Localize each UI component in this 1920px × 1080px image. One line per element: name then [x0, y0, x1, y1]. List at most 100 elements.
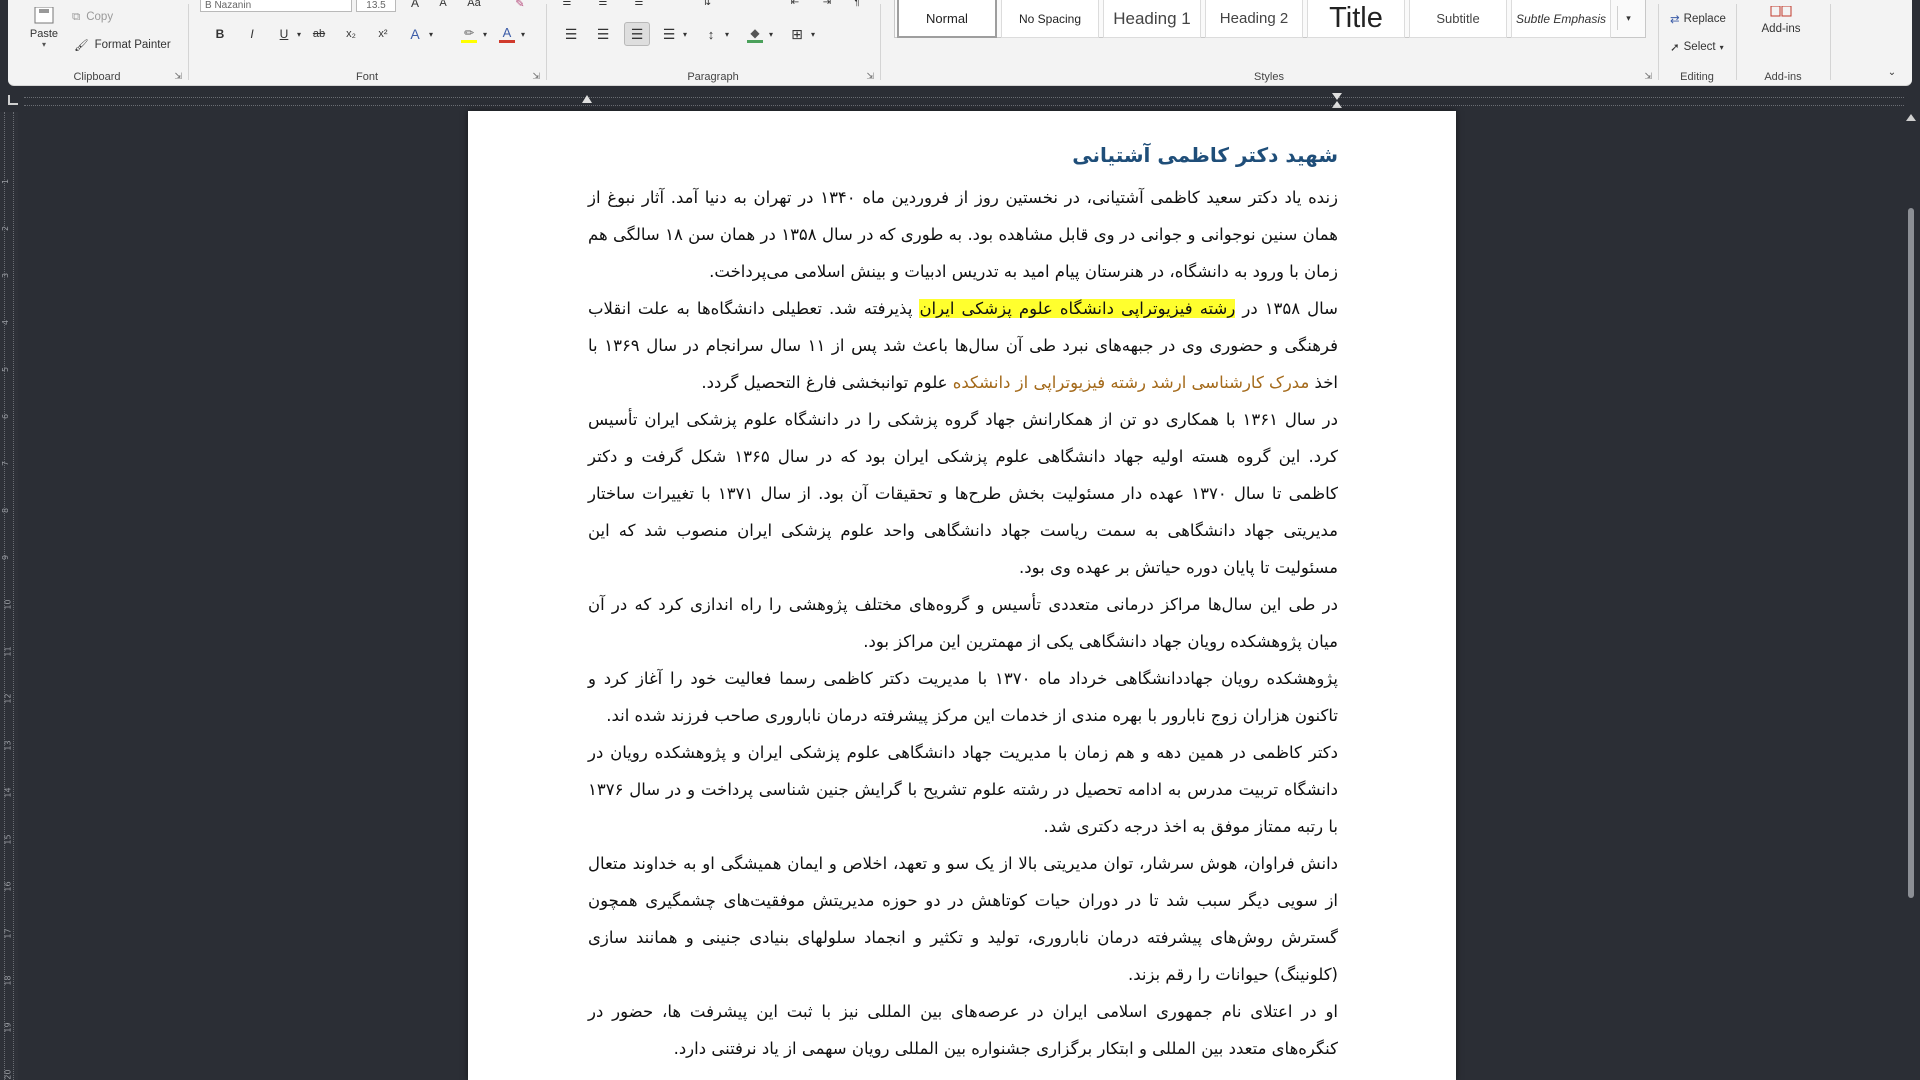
paint-bucket-icon: ◆	[750, 25, 760, 40]
styles-gallery: Normal No Spacing Heading 1 Heading 2 Ti…	[894, 0, 1646, 38]
paragraph-group: ☰ ☰ ☰ ⇅ ⇤ ⇥ ¶ ☰ ☰ ☰ ☰ ▾ ↕ ▾ ◆ ▾ ⊞ ▾ Para…	[548, 0, 878, 86]
styles-more-chevron-icon[interactable]: ▾	[1617, 6, 1639, 30]
ruler-tick-label: 9	[1, 554, 11, 561]
italic-button[interactable]: I	[242, 24, 262, 44]
font-launcher-icon[interactable]: ⇲	[532, 71, 540, 82]
ruler-tick-label: 14	[3, 787, 13, 798]
format-painter-button[interactable]: 🖌 Format Painter	[74, 36, 171, 54]
shading-button[interactable]: ◆	[744, 22, 766, 46]
highlight-color-swatch	[461, 39, 477, 43]
style-normal[interactable]: Normal	[897, 0, 997, 38]
line-spacing-icon[interactable]: ↕	[700, 24, 722, 44]
scrollbar-thumb[interactable]	[1908, 208, 1914, 898]
horizontal-ruler[interactable]	[0, 92, 1920, 110]
group-label-editing: Editing	[1680, 71, 1714, 83]
ruler-tick-label: 13	[3, 740, 13, 751]
chevron-down-icon[interactable]: ▾	[480, 24, 490, 44]
multilevel-list-icon[interactable]: ☰	[630, 0, 648, 8]
superscript-button[interactable]: x²	[372, 24, 394, 44]
chevron-down-icon[interactable]: ▾	[808, 24, 818, 44]
paragraph-6: دکتر کاظمی در همین دهه و هم زمان با مدیر…	[588, 743, 1338, 836]
numbering-icon[interactable]: ☰	[594, 0, 612, 8]
paragraph-launcher-icon[interactable]: ⇲	[866, 71, 874, 82]
chevron-down-icon[interactable]: ▾	[294, 24, 304, 44]
right-indent-marker[interactable]	[1332, 101, 1342, 108]
strikethrough-button[interactable]: ab	[308, 24, 330, 44]
copy-button[interactable]: ⧉ Copy	[72, 8, 113, 26]
align-left-icon[interactable]: ☰	[560, 24, 582, 44]
paragraph-4: در طی این سال‌ها مراکز درمانی متعددی تأس…	[588, 595, 1338, 651]
ruler-tick-label: 11	[3, 646, 13, 657]
ruler-tick-label: 2	[1, 225, 11, 232]
scroll-up-arrow-icon[interactable]	[1906, 114, 1916, 121]
style-subtitle[interactable]: Subtitle	[1409, 0, 1507, 38]
vertical-ruler: 1 2 3 4 5 6 7 8 9 10 11 12 13 14 15 16 17 18 19 20	[0, 112, 18, 1080]
font-group: B Nazanin 13.5 A A Aa ✎ B I U ▾ ab x₂ x²…	[190, 0, 544, 86]
chevron-down-icon[interactable]: ▾	[680, 24, 690, 44]
replace-icon: ⇄	[1670, 14, 1680, 26]
underline-button[interactable]: U	[274, 24, 294, 44]
paragraph-1: زنده یاد دکتر سعید کاظمی آشتیانی، در نخس…	[588, 188, 1339, 281]
addins-button[interactable]: Add-ins	[1752, 0, 1810, 40]
collapse-ribbon-chevron-icon[interactable]: ⌄	[1884, 64, 1900, 80]
subscript-button[interactable]: x₂	[340, 24, 362, 44]
paragraph-5: پژوهشکده رویان جهاددانشگاهی خرداد ماه ۱۳…	[588, 669, 1338, 725]
chevron-down-icon[interactable]: ▾	[518, 24, 528, 44]
clear-formatting-icon[interactable]: ✎	[512, 0, 528, 10]
ruler-tick-label: 17	[3, 928, 13, 939]
font-color-button[interactable]: A	[496, 22, 518, 46]
increase-indent-icon[interactable]: ⇥	[818, 0, 836, 8]
chevron-down-icon[interactable]: ▾	[426, 24, 436, 44]
justify-icon[interactable]: ☰	[658, 24, 680, 44]
style-title[interactable]: Title	[1307, 0, 1405, 38]
vertical-scrollbar[interactable]	[1902, 112, 1920, 1080]
chevron-down-icon[interactable]: ▾	[722, 24, 732, 44]
styles-launcher-icon[interactable]: ⇲	[1644, 71, 1652, 82]
bold-button[interactable]: B	[210, 24, 230, 44]
ruler-tick-label: 6	[1, 413, 11, 420]
font-size-box[interactable]: 13.5	[356, 0, 396, 12]
document-title: شهید دکتر کاظمی آشتیانی	[1072, 143, 1338, 167]
text-effects-icon[interactable]: A	[404, 24, 426, 44]
bullets-icon[interactable]: ☰	[558, 0, 576, 8]
change-case-icon[interactable]: Aa	[462, 0, 486, 10]
ruler-tick-label: 19	[3, 1022, 13, 1033]
show-formatting-icon[interactable]: ¶	[848, 0, 866, 8]
document-body[interactable]: شهید دکتر کاظمی آشتیانی زنده یاد دکتر سع…	[588, 137, 1338, 1067]
align-right-icon[interactable]: ☰	[624, 22, 650, 46]
align-center-icon[interactable]: ☰	[592, 24, 614, 44]
font-color-swatch	[499, 40, 515, 43]
ruler-tick-label: 1	[1, 178, 11, 185]
group-label-addins: Add-ins	[1764, 71, 1802, 83]
group-divider	[1830, 4, 1831, 80]
highlight-color-button[interactable]: ✏	[458, 22, 480, 46]
ruler-tick-label: 16	[3, 881, 13, 892]
shrink-font-icon[interactable]: A	[434, 0, 452, 10]
style-heading-2[interactable]: Heading 2	[1205, 0, 1303, 38]
grow-font-icon[interactable]: A	[406, 0, 424, 10]
clipboard-launcher-icon[interactable]: ⇲	[174, 71, 182, 82]
paste-button[interactable]: Paste ▾	[22, 0, 66, 56]
chevron-down-icon: ▾	[1719, 42, 1724, 52]
document-page[interactable]: شهید دکتر کاظمی آشتیانی زنده یاد دکتر سع…	[468, 111, 1456, 1080]
first-line-indent-marker[interactable]	[1332, 93, 1342, 100]
ruler-tick-label: 7	[1, 460, 11, 467]
decrease-indent-icon[interactable]: ⇤	[786, 0, 804, 8]
sort-icon[interactable]: ⇅	[698, 0, 716, 8]
style-heading-1[interactable]: Heading 1	[1103, 0, 1201, 38]
style-subtle-emphasis[interactable]: Subtle Emphasis	[1511, 0, 1611, 38]
chevron-down-icon[interactable]: ▾	[766, 24, 776, 44]
chevron-down-icon[interactable]: ▾	[42, 40, 46, 49]
tab-selector-icon[interactable]	[8, 95, 18, 105]
font-name-box[interactable]: B Nazanin	[200, 0, 352, 12]
borders-icon[interactable]: ⊞	[786, 24, 808, 44]
style-no-spacing[interactable]: No Spacing	[1001, 0, 1099, 38]
select-button[interactable]: ➚ Select ▾	[1670, 38, 1724, 56]
highlighter-icon: ✏	[463, 25, 475, 40]
replace-button[interactable]: ⇄ Replace	[1670, 10, 1726, 28]
format-painter-icon: 🖌	[74, 40, 89, 52]
ruler-tick-label: 10	[3, 599, 13, 610]
left-indent-marker[interactable]	[582, 95, 592, 103]
copy-icon: ⧉	[72, 10, 81, 23]
group-divider	[546, 4, 547, 80]
